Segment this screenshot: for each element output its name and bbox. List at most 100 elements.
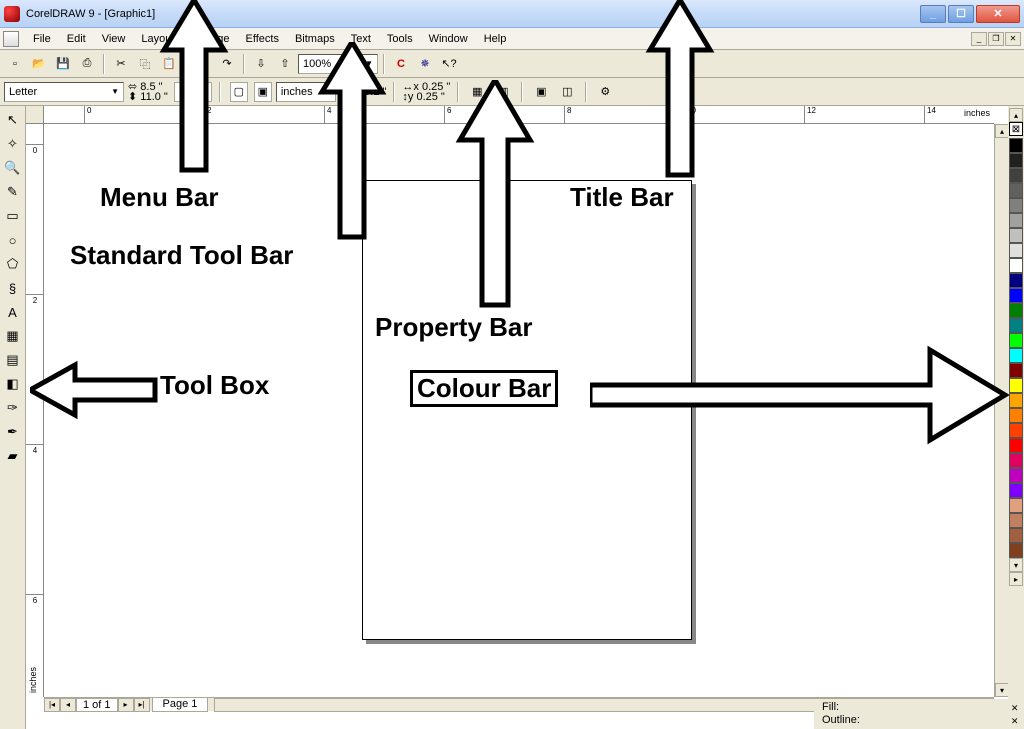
scroll-down-button[interactable]: ▾ <box>995 683 1008 697</box>
all-pages-button[interactable]: ▢ <box>230 82 248 102</box>
menu-file[interactable]: File <box>25 31 59 47</box>
color-swatch[interactable] <box>1009 483 1023 498</box>
mdi-restore-button[interactable]: ❐ <box>988 32 1004 46</box>
scroll-up-button[interactable]: ▴ <box>995 124 1008 138</box>
color-swatch[interactable] <box>1009 498 1023 513</box>
palette-scroll-up[interactable]: ▴ <box>1009 108 1023 122</box>
menu-text[interactable]: Text <box>343 31 379 47</box>
nudge-offset[interactable]: ⊕ 0.1 " <box>352 87 387 97</box>
menu-tools[interactable]: Tools <box>379 31 421 47</box>
fill-tool[interactable]: ▰ <box>2 445 24 467</box>
vertical-ruler[interactable]: inches 0246 <box>26 124 44 697</box>
first-page-button[interactable]: |◂ <box>44 698 60 712</box>
horizontal-ruler[interactable]: inches 02468101214 <box>44 106 994 124</box>
menu-view[interactable]: View <box>94 31 134 47</box>
redo-icon[interactable]: ↷ <box>216 53 238 75</box>
page[interactable] <box>362 180 692 640</box>
color-swatch[interactable] <box>1009 378 1023 393</box>
maximize-button[interactable]: ☐ <box>948 5 974 23</box>
color-swatch[interactable] <box>1009 438 1023 453</box>
eyedropper-tool[interactable]: ✑ <box>2 397 24 419</box>
menu-window[interactable]: Window <box>421 31 476 47</box>
color-swatch[interactable] <box>1009 228 1023 243</box>
paste-icon[interactable]: 📋 <box>158 53 180 75</box>
ruler-origin[interactable] <box>26 106 44 124</box>
system-menu-icon[interactable] <box>3 31 19 47</box>
color-swatch[interactable] <box>1009 183 1023 198</box>
whats-this-icon[interactable]: ✵ <box>414 53 436 75</box>
shape-tool[interactable]: ✧ <box>2 133 24 155</box>
palette-flyout[interactable]: ▸ <box>1009 572 1023 586</box>
color-swatch[interactable] <box>1009 453 1023 468</box>
mdi-close-button[interactable]: ✕ <box>1005 32 1021 46</box>
print-icon[interactable]: ⎙ <box>76 53 98 75</box>
color-swatch[interactable] <box>1009 138 1023 153</box>
cut-icon[interactable]: ✂ <box>110 53 132 75</box>
color-swatch[interactable] <box>1009 393 1023 408</box>
color-swatch[interactable] <box>1009 243 1023 258</box>
menu-help[interactable]: Help <box>476 31 515 47</box>
color-swatch[interactable] <box>1009 528 1023 543</box>
zoom-tool[interactable]: 🔍 <box>2 157 24 179</box>
color-swatch[interactable] <box>1009 408 1023 423</box>
last-page-button[interactable]: ▸| <box>134 698 150 712</box>
pick-tool[interactable]: ↖ <box>2 109 24 131</box>
treat-as-filled-icon[interactable]: ▣ <box>530 81 552 103</box>
save-icon[interactable]: 💾 <box>52 53 74 75</box>
color-swatch[interactable] <box>1009 303 1023 318</box>
freehand-tool[interactable]: ✎ <box>2 181 24 203</box>
color-swatch[interactable] <box>1009 258 1023 273</box>
units-combo[interactable]: inches ▾ <box>276 82 336 102</box>
rectangle-tool[interactable]: ▭ <box>2 205 24 227</box>
color-swatch[interactable] <box>1009 513 1023 528</box>
color-swatch[interactable] <box>1009 318 1023 333</box>
interactive-transparency-tool[interactable]: ▤ <box>2 349 24 371</box>
color-swatch[interactable] <box>1009 363 1023 378</box>
no-color-swatch[interactable]: ⊠ <box>1009 122 1023 136</box>
duplicate-distance[interactable]: ↔x 0.25 " ↕y 0.25 " <box>402 82 450 102</box>
minimize-button[interactable]: _ <box>920 5 946 23</box>
color-swatch[interactable] <box>1009 348 1023 363</box>
menu-bitmaps[interactable]: Bitmaps <box>287 31 343 47</box>
menu-layout[interactable]: Layout <box>133 31 182 47</box>
color-swatch[interactable] <box>1009 288 1023 303</box>
options-icon[interactable]: ⚙ <box>594 81 616 103</box>
menu-edit[interactable]: Edit <box>59 31 94 47</box>
drawing-area[interactable]: inches 02468101214 inches 0246 ▴ ▾ |◂ ◂ … <box>26 106 1008 729</box>
menu-arrange[interactable]: Arrange <box>182 31 237 47</box>
color-swatch[interactable] <box>1009 153 1023 168</box>
context-help-icon[interactable]: ↖? <box>438 53 460 75</box>
palette-scroll-down[interactable]: ▾ <box>1009 558 1023 572</box>
draw-complex-icon[interactable]: ◫ <box>556 81 578 103</box>
prev-page-button[interactable]: ◂ <box>60 698 76 712</box>
color-swatch[interactable] <box>1009 213 1023 228</box>
copy-icon[interactable]: ⿻ <box>134 53 156 75</box>
color-swatch[interactable] <box>1009 423 1023 438</box>
color-swatch[interactable] <box>1009 198 1023 213</box>
menu-effects[interactable]: Effects <box>238 31 287 47</box>
new-icon[interactable]: ▫ <box>4 53 26 75</box>
color-swatch[interactable] <box>1009 273 1023 288</box>
next-page-button[interactable]: ▸ <box>118 698 134 712</box>
snap-to-grid-icon[interactable]: ▦ <box>466 81 488 103</box>
color-swatch[interactable] <box>1009 168 1023 183</box>
text-tool[interactable]: A <box>2 301 24 323</box>
ellipse-tool[interactable]: ○ <box>2 229 24 251</box>
outline-tool[interactable]: ✒ <box>2 421 24 443</box>
paper-size-combo[interactable]: Letter ▼ <box>4 82 124 102</box>
export-icon[interactable]: ⇧ <box>274 53 296 75</box>
polygon-tool[interactable]: ⬠ <box>2 253 24 275</box>
page-tab[interactable]: Page 1 <box>152 698 209 712</box>
undo-icon[interactable]: ↶ <box>192 53 214 75</box>
open-icon[interactable]: 📂 <box>28 53 50 75</box>
page-dimensions[interactable]: ⬄ 8.5 " ⬍ 11.0 " <box>128 82 168 102</box>
landscape-button[interactable]: ▭ <box>194 82 212 102</box>
color-swatch[interactable] <box>1009 543 1023 558</box>
close-button[interactable]: ✕ <box>976 5 1020 23</box>
snap-to-guidelines-icon[interactable]: ▥ <box>492 81 514 103</box>
portrait-button[interactable]: ▯ <box>174 82 192 102</box>
interactive-fill-tool[interactable]: ▦ <box>2 325 24 347</box>
color-swatch[interactable] <box>1009 468 1023 483</box>
current-page-button[interactable]: ▣ <box>254 82 272 102</box>
vertical-scrollbar[interactable]: ▴ ▾ <box>994 124 1008 697</box>
